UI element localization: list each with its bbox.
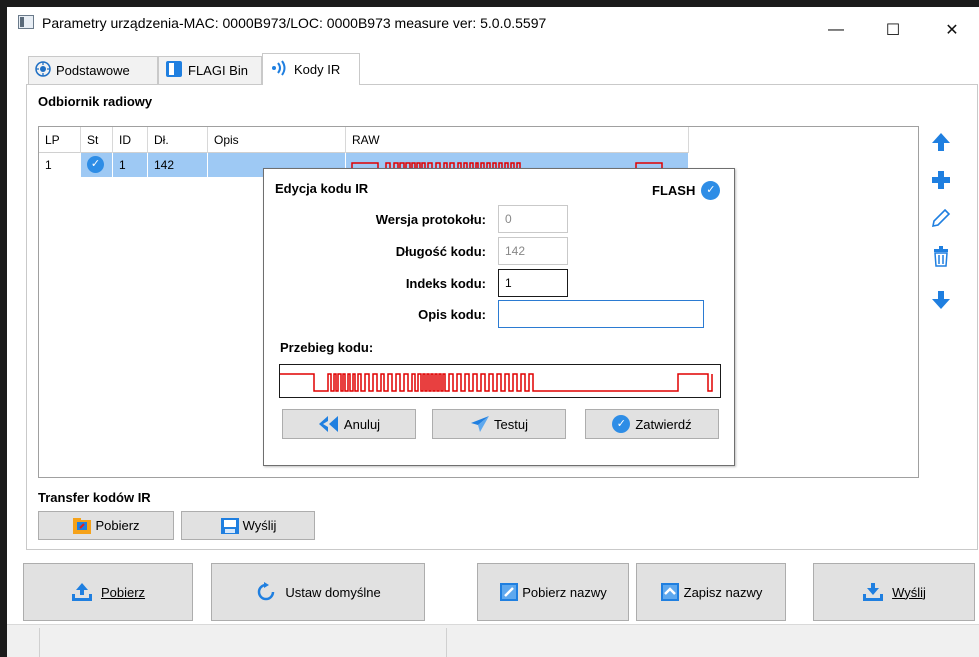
maximize-icon: ☐ [885,22,901,39]
transfer-download-button[interactable]: Pobierz [38,511,174,540]
download-button[interactable]: Pobierz [23,563,193,621]
add-icon [932,171,950,189]
tab-label: Kody IR [294,62,341,77]
waveform-display [279,364,721,398]
infrared-icon [269,60,289,79]
button-label: Zatwierdź [635,416,692,432]
back-arrow-icon [318,415,340,433]
button-label: Wyślij [892,584,926,600]
flag-bin-icon [165,60,183,81]
move-up-button[interactable] [930,130,952,154]
fetch-names-icon [499,582,519,602]
save-names-icon [660,582,680,602]
code-description-label: Opis kodu: [418,307,486,322]
cell-lp: 1 [39,153,81,177]
tab-podstawowe[interactable]: Podstawowe [28,56,158,84]
save-names-button[interactable]: Zapisz nazwy [636,563,786,621]
code-length-label: Długość kodu: [395,244,486,259]
window-border-left [0,0,7,657]
button-label: Wyślij [242,518,277,533]
column-header[interactable]: Opis [208,127,346,153]
minimize-button[interactable]: — [813,7,859,53]
set-defaults-button[interactable]: Ustaw domyślne [211,563,425,621]
transfer-title: Transfer kodów IR [38,490,151,505]
send-button[interactable]: Wyślij [813,563,975,621]
button-label: Pobierz [100,584,146,600]
add-button[interactable] [930,168,952,192]
code-index-field[interactable]: 1 [498,269,568,297]
cell-length: 142 [148,153,208,177]
delete-icon [934,246,948,267]
protocol-version-field: 0 [498,205,568,233]
waveform-label: Przebieg kodu: [280,340,374,355]
button-label: Ustaw domyślne [285,584,381,600]
window-border-top [0,0,979,7]
download-tray-icon [862,582,884,602]
upload-device-icon [220,517,240,535]
flash-label: FLASH [652,183,696,198]
check-icon: ✓ [87,156,104,173]
move-down-icon [932,291,950,309]
column-header[interactable]: Dł. [148,127,208,153]
code-description-field[interactable] [498,300,704,328]
target-icon [35,61,51,80]
close-button[interactable]: ✕ [929,7,975,53]
protocol-version-label: Wersja protokołu: [375,212,486,227]
flash-indicator: FLASH ✓ [652,181,721,200]
button-label: Anuluj [343,416,381,432]
maximize-button[interactable]: ☐ [870,7,916,53]
waveform-graph [280,373,713,392]
button-label: Zapisz nazwy [683,584,763,600]
minimize-icon: — [828,21,844,38]
tab-flagi-bin[interactable]: FLAGI Bin [158,56,262,84]
status-bar [7,624,979,657]
column-header[interactable]: St [81,127,113,153]
column-header[interactable]: RAW [346,127,689,153]
app-icon [18,15,34,29]
section-title: Odbiornik radiowy [38,94,153,109]
test-button[interactable]: Testuj [432,409,566,439]
cell-id: 1 [113,153,148,177]
cell-status: ✓ [81,153,113,177]
edit-icon [931,208,951,228]
code-index-label: Indeks kodu: [405,276,486,291]
refresh-icon [255,581,277,603]
button-label: Testuj [494,416,528,432]
window-title: Parametry urządzenia-MAC: 0000B973/LOC: … [42,15,547,31]
code-length-field: 142 [498,237,568,265]
button-label: Pobierz nazwy [522,584,607,600]
edit-button[interactable] [930,206,952,230]
fetch-names-button[interactable]: Pobierz nazwy [477,563,629,621]
move-down-button[interactable] [930,288,952,312]
button-label: Pobierz [95,518,140,533]
tab-label: FLAGI Bin [188,63,248,78]
status-separator [446,628,447,657]
tab-label: Podstawowe [56,63,130,78]
grid-header: LP St ID Dł. Opis RAW [39,127,689,153]
check-icon: ✓ [701,181,721,200]
close-icon: ✕ [945,22,959,39]
download-folder-icon [72,517,92,535]
delete-button[interactable] [930,244,952,268]
send-paper-plane-icon [470,415,490,433]
confirm-button[interactable]: ✓ Zatwierdź [585,409,719,439]
status-separator [39,628,40,657]
cancel-button[interactable]: Anuluj [282,409,416,439]
column-header[interactable]: ID [113,127,148,153]
tab-kody-ir[interactable]: Kody IR [262,53,360,85]
column-header[interactable]: LP [39,127,81,153]
transfer-upload-button[interactable]: Wyślij [181,511,315,540]
move-up-icon [932,133,950,151]
dialog-title: Edycja kodu IR [275,181,369,196]
check-icon: ✓ [612,415,631,433]
upload-tray-icon [71,582,93,602]
